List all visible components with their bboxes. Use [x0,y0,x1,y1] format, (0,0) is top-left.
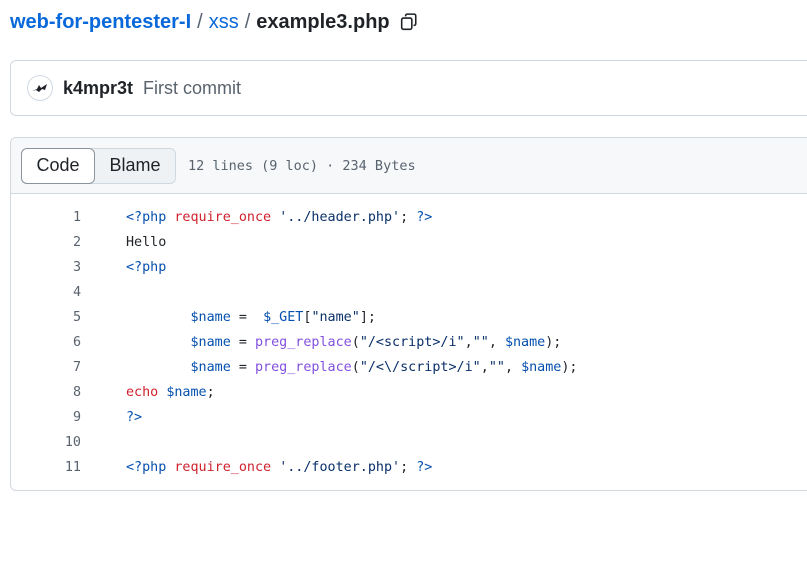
breadcrumb-repo-link[interactable]: web-for-pentester-I [10,11,191,34]
line-number[interactable]: 5 [11,310,81,325]
code-token: , [464,335,473,350]
code-line: 7 $name = preg_replace("/<\/script>/i","… [11,355,807,380]
breadcrumb-separator: / [197,10,203,33]
line-number[interactable]: 2 [11,235,81,250]
code-token: ); [561,360,578,375]
author-avatar[interactable] [27,75,53,101]
code-token: $name [190,310,231,325]
code-token: ( [351,335,360,350]
line-content: ?> [126,410,142,425]
code-line: 11 <?php require_once '../footer.php'; ?> [11,455,807,480]
breadcrumb-separator: / [244,10,251,33]
line-number[interactable]: 11 [11,460,81,475]
line-content: <?php require_once '../header.php'; ?> [126,210,432,225]
code-line: 10 [11,430,807,455]
code-token: Hello [126,235,167,250]
code-token: $name [166,385,207,400]
code-token: <?php [126,460,175,475]
code-token: $name [504,335,546,350]
code-token: <?php [126,260,167,275]
code-token: = [230,310,264,325]
code-token: "name" [311,310,360,325]
code-token: = [230,360,255,375]
code-token: = [230,335,255,350]
line-content: <?php [126,260,166,275]
line-content: Hello [126,235,166,250]
code-token: ); [545,335,562,350]
code-token: preg_replace [255,335,352,350]
breadcrumb-file-name: example3.php [256,10,390,33]
tab-blame[interactable]: Blame [95,149,175,183]
line-content: $name = $_GET["name"]; [126,310,376,325]
code-view: 1 <?php require_once '../header.php'; ?> 2… [11,194,807,480]
view-toggle: Code Blame [21,147,176,184]
code-token: ?> [126,410,143,425]
code-line: 6 $name = preg_replace("/<script>/i","",… [11,330,807,355]
breadcrumb-folder-link[interactable]: xss [209,11,239,34]
code-token: echo [126,385,159,400]
code-line: 8 echo $name; [11,380,807,405]
breadcrumb: web-for-pentester-I / xss / example3.php [10,8,420,36]
copy-icon [400,13,417,31]
commit-message[interactable]: First commit [143,78,241,99]
code-token: "" [488,360,505,375]
tab-code[interactable]: Code [21,147,95,184]
code-token: $name [190,335,231,350]
line-number[interactable]: 1 [11,210,81,225]
code-token: $_GET [263,310,304,325]
code-token: , [504,360,522,375]
code-token: "/<script>/i" [359,335,465,350]
line-number[interactable]: 4 [11,285,81,300]
code-token: ?> [416,210,433,225]
code-token: ?> [416,460,433,475]
line-content: <?php require_once '../footer.php'; ?> [126,460,432,475]
commit-author[interactable]: k4mpr3t [63,78,133,99]
code-token: ( [351,360,360,375]
line-number[interactable]: 9 [11,410,81,425]
code-token: $name [521,360,562,375]
file-viewer: Code Blame 12 lines (9 loc) · 234 Bytes … [10,137,807,491]
code-line: 5 $name = $_GET["name"]; [11,305,807,330]
code-token: '../header.php' [279,210,401,225]
code-token: , [488,335,505,350]
code-token: require_once [174,460,272,475]
code-token: ; [400,210,417,225]
file-header: Code Blame 12 lines (9 loc) · 234 Bytes [11,138,807,194]
code-line: 9 ?> [11,405,807,430]
line-number[interactable]: 8 [11,385,81,400]
line-content: $name = preg_replace("/<script>/i","", $… [126,335,562,350]
code-line: 3 <?php [11,255,807,280]
line-content: $name = preg_replace("/<\/script>/i","",… [126,360,578,375]
line-number[interactable]: 7 [11,360,81,375]
code-token: ]; [359,310,376,325]
code-line: 4 [11,280,807,305]
code-token: $name [190,360,231,375]
avatar-icon [32,84,47,92]
code-token: ; [206,385,215,400]
file-meta: 12 lines (9 loc) · 234 Bytes [188,157,416,174]
latest-commit-box: k4mpr3t First commit [10,60,807,116]
code-token: require_once [174,210,272,225]
code-token: "" [472,335,489,350]
code-line: 2 Hello [11,230,807,255]
line-content: echo $name; [126,385,215,400]
copy-path-button[interactable] [398,11,420,33]
code-line: 1 <?php require_once '../header.php'; ?> [11,205,807,230]
line-number[interactable]: 3 [11,260,81,275]
line-number[interactable]: 10 [11,435,81,450]
code-token: preg_replace [255,360,352,375]
line-number[interactable]: 6 [11,335,81,350]
code-token: , [480,360,489,375]
code-token: '../footer.php' [279,460,401,475]
code-token: ; [400,460,417,475]
code-token: "/<\/script>/i" [359,360,481,375]
code-token: <?php [126,210,175,225]
